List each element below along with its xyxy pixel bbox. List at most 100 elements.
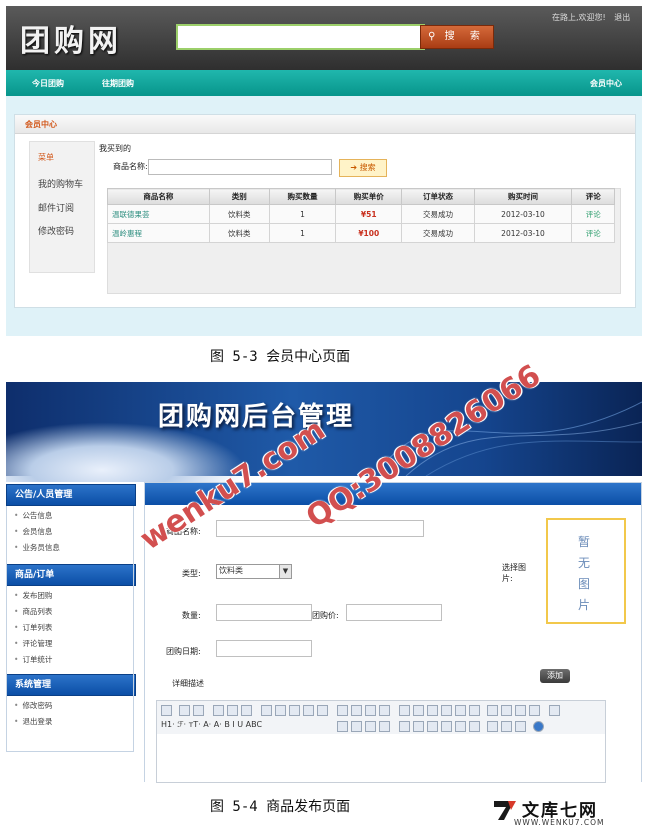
- my-purchases-title: 我买到的: [99, 144, 131, 153]
- description-label: 详细描述: [172, 679, 204, 688]
- nav-member-center[interactable]: 会员中心: [590, 78, 622, 89]
- chevron-down-icon: ▼: [279, 565, 291, 578]
- cell-product-link[interactable]: 温联德果荟: [107, 204, 210, 224]
- group-price-field[interactable]: [346, 604, 442, 621]
- type-select[interactable]: 饮料类 ▼: [216, 564, 292, 579]
- sidebar-item-email-subscribe[interactable]: 邮件订阅: [38, 201, 74, 214]
- image-preview[interactable]: 暂无图片: [546, 518, 626, 624]
- cell-category: 饮料类: [208, 223, 270, 243]
- date-label: 团购日期:: [166, 647, 201, 656]
- source-icon[interactable]: [161, 705, 172, 716]
- product-name-input[interactable]: [148, 159, 332, 175]
- preview-icon[interactable]: [213, 705, 224, 716]
- about-icon[interactable]: [549, 705, 560, 716]
- group-notice-staff[interactable]: 公告/人员管理: [6, 484, 136, 506]
- unlink-icon[interactable]: [515, 721, 526, 732]
- quantity-label: 数量:: [182, 611, 201, 620]
- product-name-label: 商品名称:: [113, 162, 148, 171]
- template-icon[interactable]: [241, 705, 252, 716]
- member-center-screenshot: 团购网 ⚲ 搜 索 在路上,欢迎您! 退出 今日团购 往期团购 会员中心 会员中…: [6, 6, 642, 336]
- flash-icon[interactable]: [351, 721, 362, 732]
- cell-quantity: 1: [268, 204, 337, 224]
- cell-price: ¥51: [335, 204, 403, 224]
- emoticon-icon[interactable]: [427, 721, 438, 732]
- media-icon[interactable]: [365, 721, 376, 732]
- paste-icon[interactable]: [289, 705, 300, 716]
- indent-icon[interactable]: [427, 705, 438, 716]
- align-left-icon[interactable]: [337, 705, 348, 716]
- editor-toolbar: H1· ℱ· тT· A· A· B I U ABC: [156, 700, 606, 736]
- date-field[interactable]: [216, 640, 312, 657]
- page-break-icon[interactable]: [469, 721, 480, 732]
- welcome-bar: 在路上,欢迎您! 退出: [552, 12, 630, 23]
- member-panel: 会员中心 菜单 我的购物车 邮件订阅 修改密码 我买到的 商品名称: ➔ 搜索 …: [14, 114, 636, 308]
- group-price-label: 团购价:: [312, 611, 339, 620]
- hr-icon[interactable]: [413, 721, 424, 732]
- col-comment: 评论: [571, 188, 615, 205]
- my-purchases: 我买到的 商品名称: ➔ 搜索 商品名称 类别 购买数量 购买单价 订单状态 购…: [99, 141, 621, 294]
- col-category: 类别: [208, 188, 270, 205]
- main-nav: 今日团购 往期团购 会员中心: [6, 70, 642, 96]
- editor-content-area[interactable]: [156, 734, 606, 783]
- align-justify-icon[interactable]: [379, 705, 390, 716]
- print-icon[interactable]: [227, 705, 238, 716]
- order-search-button[interactable]: ➔ 搜索: [339, 159, 387, 177]
- code-icon[interactable]: [455, 721, 466, 732]
- map-icon[interactable]: [441, 721, 452, 732]
- cut-icon[interactable]: [261, 705, 272, 716]
- toolbar-row2-text[interactable]: H1· ℱ· тT· A· A· B I U ABC: [161, 720, 262, 729]
- col-product-name: 商品名称: [107, 188, 210, 205]
- add-button[interactable]: 添加: [540, 669, 570, 683]
- paste-text-icon[interactable]: [303, 705, 314, 716]
- outdent-icon[interactable]: [441, 705, 452, 716]
- help-icon[interactable]: [533, 721, 544, 732]
- sidebar-frame: [6, 506, 134, 752]
- paste-word-icon[interactable]: [317, 705, 328, 716]
- undo-icon[interactable]: [179, 705, 190, 716]
- site-logo: 团购网: [20, 24, 122, 59]
- format-clear-icon[interactable]: [487, 705, 498, 716]
- col-order-status: 订单状态: [401, 188, 475, 205]
- cell-time: 2012-03-10: [473, 223, 573, 243]
- footer-logo: 文库七网 WWW.WENKU7.COM: [492, 796, 642, 830]
- cell-quantity: 1: [268, 223, 337, 243]
- type-select-value: 饮料类: [219, 566, 243, 575]
- table-row: 温联德果荟 饮料类 1 ¥51 交易成功 2012-03-10 评论: [107, 204, 615, 224]
- nav-today-deals[interactable]: 今日团购: [32, 78, 64, 89]
- search-icon: ⚲: [428, 31, 436, 42]
- align-center-icon[interactable]: [351, 705, 362, 716]
- align-right-icon[interactable]: [365, 705, 376, 716]
- cell-comment-link[interactable]: 评论: [571, 223, 615, 243]
- select-all-icon[interactable]: [501, 705, 512, 716]
- footer-url: WWW.WENKU7.COM: [514, 818, 605, 827]
- cell-comment-link[interactable]: 评论: [571, 204, 615, 224]
- quantity-field[interactable]: [216, 604, 312, 621]
- search-input[interactable]: [176, 24, 425, 50]
- caption-figure-5-3: 图 5-3 会员中心页面: [210, 349, 351, 365]
- redo-icon[interactable]: [193, 705, 204, 716]
- nav-past-deals[interactable]: 往期团购: [102, 78, 134, 89]
- sidebar-item-change-password[interactable]: 修改密码: [38, 224, 74, 237]
- image-placeholder-text: 暂无图片: [577, 535, 590, 612]
- unordered-list-icon[interactable]: [413, 705, 424, 716]
- col-unit-price: 购买单价: [335, 188, 403, 205]
- arrow-icon: ➔: [350, 163, 358, 172]
- superscript-icon[interactable]: [469, 705, 480, 716]
- cell-product-link[interactable]: 温岭惠程: [107, 223, 210, 243]
- ordered-list-icon[interactable]: [399, 705, 410, 716]
- logout-link[interactable]: 退出: [614, 13, 630, 22]
- image-icon[interactable]: [337, 721, 348, 732]
- copy-icon[interactable]: [275, 705, 286, 716]
- table-icon[interactable]: [399, 721, 410, 732]
- link-icon[interactable]: [501, 721, 512, 732]
- member-sidebar: 菜单 我的购物车 邮件订阅 修改密码: [29, 141, 95, 273]
- anchor-icon[interactable]: [487, 721, 498, 732]
- cell-time: 2012-03-10: [473, 204, 573, 224]
- attachment-icon[interactable]: [379, 721, 390, 732]
- panel-header: 会员中心: [15, 115, 635, 134]
- sidebar-item-cart[interactable]: 我的购物车: [38, 177, 83, 190]
- search-button[interactable]: ⚲ 搜 索: [420, 25, 494, 49]
- fullscreen-icon[interactable]: [529, 705, 540, 716]
- marker-icon[interactable]: [515, 705, 526, 716]
- subscript-icon[interactable]: [455, 705, 466, 716]
